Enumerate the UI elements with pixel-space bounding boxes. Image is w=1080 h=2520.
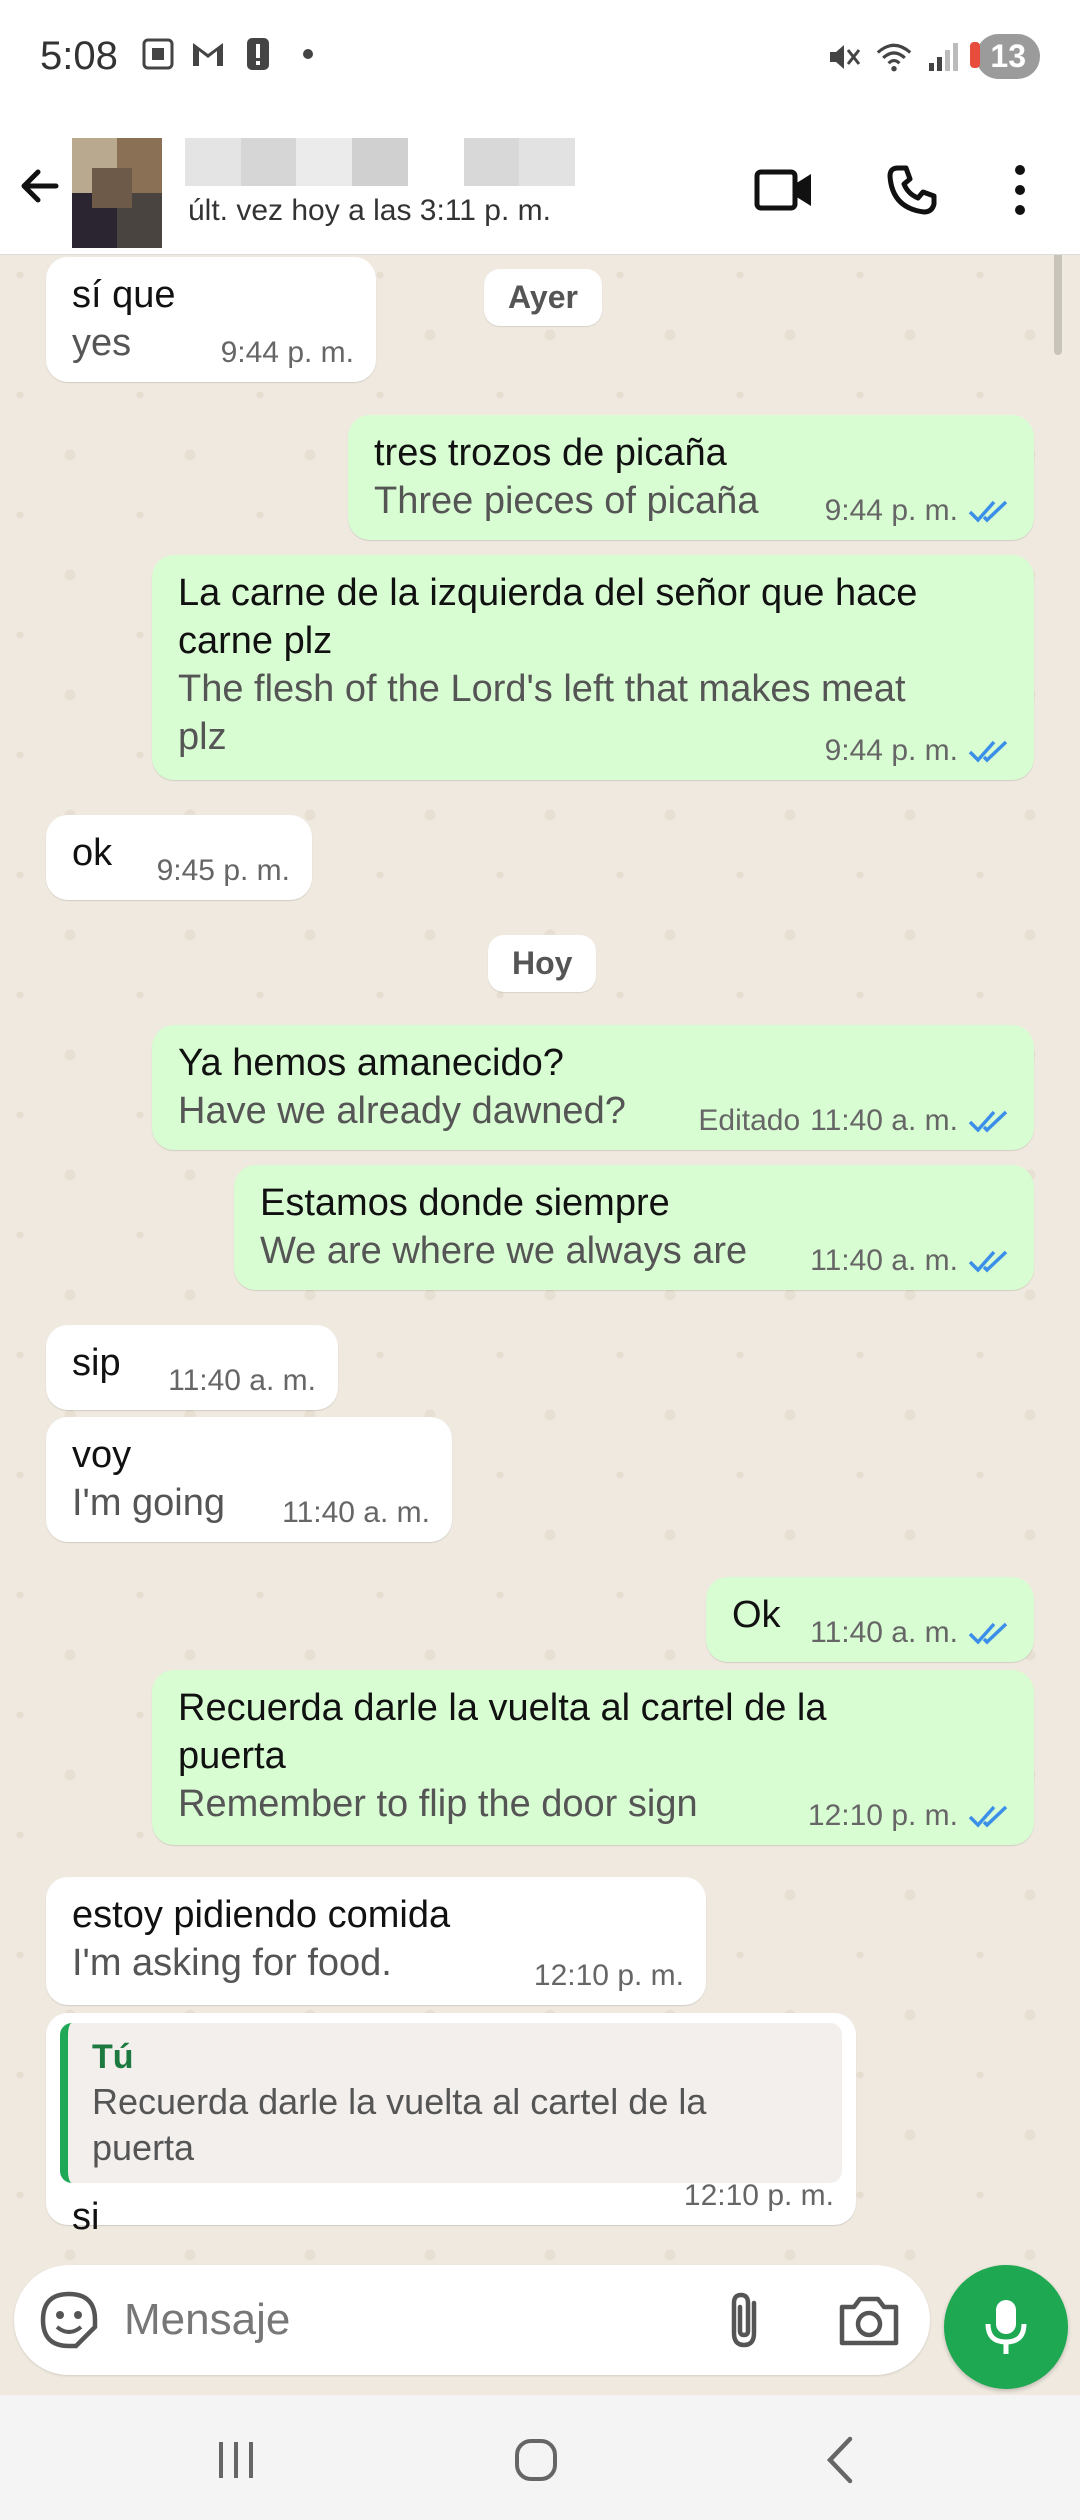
phone-icon [887,165,937,215]
quote-author: Tú [92,2038,134,2076]
chat-messages-area[interactable]: sí que yes 9:44 p. m. Ayer tres trozos d… [0,255,1080,2265]
gmail-icon [190,36,226,72]
video-camera-icon [754,169,811,211]
date-chip-yesterday: Ayer [484,269,602,326]
message-time: 12:10 p. m. [683,2179,834,2212]
wifi-icon [876,39,912,75]
camera-button[interactable] [834,2289,904,2353]
read-ticks-icon [968,740,1008,763]
system-back-button[interactable] [800,2425,880,2495]
message-bubble-outgoing[interactable]: La carne de la izquierda del señor que h… [152,555,1034,780]
mute-icon [826,39,862,75]
microphone-icon [985,2300,1027,2354]
message-time: 12:10 p. m. [807,1799,958,1832]
read-ticks-icon [968,1110,1008,1133]
message-bubble-outgoing[interactable]: Ya hemos amanecido? Have we already dawn… [152,1025,1034,1150]
chat-header: últ. vez hoy a las 3:11 p. m. [0,120,1080,255]
message-time: 9:44 p. m. [824,734,958,767]
camera-icon [839,2296,899,2346]
message-time: 9:44 p. m. [220,336,354,369]
date-chip-today: Hoy [488,935,597,992]
attach-button[interactable] [714,2289,778,2353]
recent-apps-button[interactable] [196,2425,276,2495]
back-chevron-icon [826,2436,853,2484]
message-time: 12:10 p. m. [533,1959,684,1992]
kebab-menu-icon [1015,165,1025,215]
message-bubble-incoming[interactable]: voy I'm going 11:40 a. m. [46,1417,452,1542]
last-seen-status: últ. vez hoy a las 3:11 p. m. [188,194,551,227]
emoji-button[interactable] [38,2289,100,2351]
system-navigation-bar [0,2395,1080,2520]
message-text-line: Recuerda darle la vuelta al cartel de la [178,1687,827,1729]
video-call-button[interactable] [745,150,825,230]
message-bubble-incoming-reply[interactable]: Tú Recuerda darle la vuelta al cartel de… [46,2013,856,2238]
alert-icon [240,36,276,72]
message-bubble-incoming[interactable]: sí que yes 9:44 p. m. [46,257,376,382]
read-ticks-icon [968,1250,1008,1273]
message-time: 11:40 a. m. [810,1104,958,1137]
message-bubble-outgoing[interactable]: Estamos donde siempre We are where we al… [234,1165,1034,1290]
more-options-button[interactable] [980,150,1060,230]
back-button[interactable] [14,156,74,216]
recents-icon [219,2442,253,2478]
message-input-container[interactable] [14,2265,930,2375]
voice-call-button[interactable] [872,150,952,230]
scrollbar-thumb[interactable] [1054,255,1062,355]
paperclip-icon [731,2292,757,2348]
quote-text: Recuerda darle la vuelta al cartel de la… [92,2081,707,2168]
message-bubble-outgoing[interactable]: Recuerda darle la vuelta al cartel de la… [152,1670,1034,1845]
message-time: 11:40 a. m. [168,1364,316,1397]
message-time: 9:44 p. m. [824,494,958,527]
status-time: 5:08 [40,34,118,78]
contact-name-redacted[interactable] [185,138,576,186]
message-text: Ya hemos amanecido? [178,1042,564,1084]
message-time: 11:40 a. m. [282,1496,430,1529]
message-time: 9:45 p. m. [156,854,290,887]
message-bubble-incoming[interactable]: sip 11:40 a. m. [46,1325,338,1410]
message-text: tres trozos de picaña [374,432,727,474]
message-text-line: puerta [178,1735,286,1777]
avatar[interactable] [72,138,162,248]
screenshot-icon [140,36,176,72]
message-translation-line: The flesh of the Lord's left that makes … [178,668,906,710]
battery-badge: 13 [970,34,1040,79]
message-input[interactable] [124,2285,704,2355]
home-icon [515,2439,557,2481]
quoted-message[interactable]: Tú Recuerda darle la vuelta al cartel de… [60,2023,842,2183]
message-text-line: carne plz [178,620,333,662]
read-ticks-icon [968,1805,1008,1828]
message-time: 11:40 a. m. [810,1244,958,1277]
message-bubble-outgoing[interactable]: tres trozos de picaña Three pieces of pi… [348,415,1034,540]
message-text: Estamos donde siempre [260,1182,670,1224]
read-ticks-icon [968,500,1008,523]
sticker-emoji-icon [40,2291,98,2349]
message-text: voy [72,1434,132,1476]
message-bubble-outgoing[interactable]: Ok 11:40 a. m. [706,1577,1034,1662]
edited-label: Editado [698,1104,801,1137]
message-bubble-incoming[interactable]: estoy pidiendo comida I'm asking for foo… [46,1877,706,2005]
message-text: estoy pidiendo comida [72,1894,451,1936]
read-ticks-icon [968,1622,1008,1645]
voice-message-button[interactable] [944,2265,1068,2389]
message-text: sí que [72,274,176,316]
message-text-line: La carne de la izquierda del señor que h… [178,572,918,614]
signal-icon [926,39,962,75]
message-bubble-incoming[interactable]: ok 9:45 p. m. [46,815,312,900]
message-composer [0,2265,1080,2395]
status-bar: 5:08 13 [0,0,1080,120]
message-time: 11:40 a. m. [810,1616,958,1649]
dot-icon [290,36,326,72]
home-button[interactable] [496,2425,576,2495]
